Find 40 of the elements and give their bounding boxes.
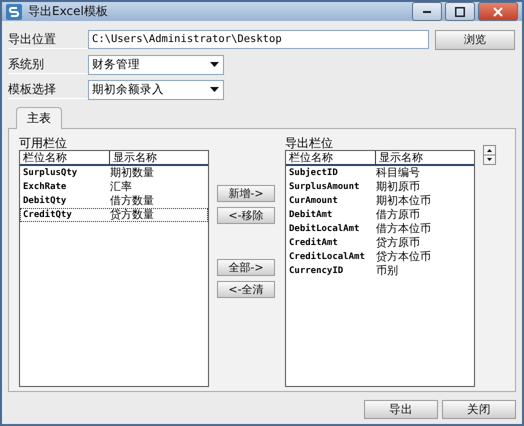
column-header[interactable]: 栏位名称 [20,151,110,164]
list-row[interactable]: CreditQty 贷方数量 [20,208,208,222]
dropdown[interactable]: 财务管理 [88,54,224,74]
window-title: 导出Excel模板 [28,3,109,20]
browse-button[interactable]: 浏览 [435,30,515,50]
list-row[interactable]: ExchRate 汇率 [20,180,208,194]
list-row[interactable]: CreditAmt 贷方原币 [286,236,474,250]
list-row[interactable]: SubjectID 科目编号 [286,166,474,180]
minimize-icon [423,10,431,12]
minimize-button[interactable] [412,2,442,21]
move-button[interactable]: 新增-> [217,185,275,202]
maximize-button[interactable] [445,2,475,21]
list-row[interactable]: CurrencyID 币别 [286,264,474,278]
list-title: 导出栏位 [285,135,334,150]
move-button[interactable]: <-移除 [217,207,275,224]
maximize-icon [455,6,465,16]
dropdown-arrow-icon[interactable] [210,87,219,92]
list-row[interactable]: SurplusQty 期初数量 [20,166,208,180]
list-row[interactable]: SurplusAmount 期初原币 [286,180,474,194]
dialog-button[interactable]: 关闭 [442,400,516,419]
path-field[interactable]: C:\Users\Administrator\Desktop [88,30,429,49]
order-spinner[interactable] [483,145,496,165]
dropdown[interactable]: 期初余额录入 [88,80,224,100]
list-row[interactable]: DebitLocalAmt 借方本位币 [286,222,474,236]
list-row[interactable]: DebitQty 借方数量 [20,194,208,208]
list-title: 可用栏位 [19,135,68,150]
move-button[interactable]: 全部-> [217,259,275,276]
close-icon [493,6,503,16]
list-row[interactable]: DebitAmt 借方原币 [286,208,474,222]
column-header[interactable]: 显示名称 [110,151,208,164]
close-button[interactable] [478,2,518,21]
dialog-button[interactable]: 导出 [364,400,438,419]
app-icon [6,4,22,20]
column-header[interactable]: 栏位名称 [286,151,376,164]
list-row[interactable]: CreditLocalAmt 贷方本位币 [286,250,474,264]
column-header[interactable]: 显示名称 [376,151,474,164]
move-button[interactable]: <-全清 [217,281,275,298]
list-row[interactable]: CurAmount 期初本位币 [286,194,474,208]
tab[interactable]: 主表 [16,107,62,129]
dropdown-arrow-icon[interactable] [210,62,219,67]
